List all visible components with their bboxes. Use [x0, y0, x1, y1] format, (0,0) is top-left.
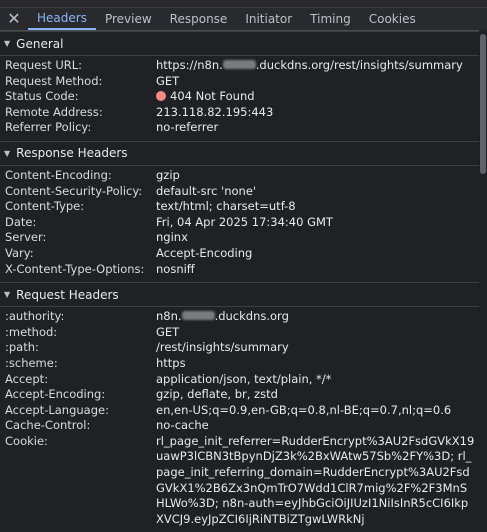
tab-timing[interactable]: Timing: [301, 8, 360, 30]
header-row: Accept-Encoding: gzip, deflate, br, zstd: [0, 387, 487, 403]
header-row: :method: GET: [0, 325, 487, 341]
header-key: Content-Security-Policy:: [5, 183, 143, 198]
header-key: :path:: [5, 340, 39, 355]
section-response-title: Response Headers: [16, 146, 128, 161]
header-key: :scheme:: [5, 355, 58, 370]
header-key: Referrer Policy:: [5, 120, 92, 135]
header-value: /rest/insights/summary: [156, 340, 289, 355]
header-key: Remote Address:: [5, 104, 103, 119]
header-key: Request URL:: [5, 58, 83, 72]
header-key: Request Method:: [5, 73, 103, 88]
header-row: :path: /rest/insights/summary: [0, 340, 487, 356]
header-row: :scheme: https: [0, 356, 487, 372]
header-key: :method:: [5, 324, 58, 339]
authority-value: n8n. .duckdns.org: [156, 309, 487, 325]
tab-headers[interactable]: Headers: [28, 8, 96, 30]
collapse-triangle-icon: ▼: [4, 148, 11, 158]
header-value: application/json, text/plain, */*: [156, 371, 332, 386]
header-key: X-Content-Type-Options:: [5, 261, 145, 276]
header-key: Cookie:: [5, 433, 48, 448]
header-value: no-cache: [156, 418, 209, 433]
header-row: Status Code: 404 Not Found: [0, 89, 487, 105]
scrollbar-thumb[interactable]: [480, 34, 486, 174]
header-key: Content-Encoding:: [5, 167, 112, 182]
header-value: nginx: [156, 230, 188, 245]
header-value: en,en-US;q=0.9,en-GB;q=0.8,nl-BE;q=0.7,n…: [156, 402, 452, 417]
header-key: :authority:: [5, 309, 65, 324]
header-value: Fri, 04 Apr 2025 17:34:40 GMT: [156, 214, 333, 229]
header-key: Vary:: [5, 245, 34, 260]
redacted-blur: [222, 60, 256, 69]
url-prefix: https://n8n.: [156, 58, 223, 72]
header-key: Date:: [5, 214, 37, 229]
tab-cookies[interactable]: Cookies: [360, 8, 425, 30]
header-row: Request Method: GET: [0, 74, 487, 90]
header-value: GET: [156, 324, 180, 339]
header-value: nosniff: [156, 261, 195, 276]
header-row: Cache-Control: no-cache: [0, 418, 487, 434]
section-general-title: General: [16, 36, 64, 51]
header-row: Vary: Accept-Encoding: [0, 246, 487, 262]
collapse-triangle-icon: ▼: [4, 290, 11, 300]
redacted-blur: [181, 311, 215, 321]
header-row: X-Content-Type-Options: nosniff: [0, 262, 487, 278]
authority-prefix: n8n.: [156, 309, 182, 324]
header-value: no-referrer: [156, 120, 219, 135]
header-key: Content-Type:: [5, 199, 85, 214]
section-request-headers: :authority: n8n. .duckdns.org :method: GET…: [0, 307, 487, 532]
header-row: Content-Type: text/html; charset=utf-8: [0, 199, 487, 215]
header-row: Referrer Policy: no-referrer: [0, 120, 487, 136]
section-request-headers-header[interactable]: ▼ Request Headers: [0, 282, 487, 308]
collapse-triangle-icon: ▼: [4, 39, 11, 48]
section-general: Request URL: https://n8n. .duckdns.org/re…: [0, 56, 487, 141]
tab-response[interactable]: Response: [161, 8, 237, 30]
header-key: Accept:: [5, 371, 49, 386]
header-row: Date: Fri, 04 Apr 2025 17:34:40 GMT: [0, 215, 487, 231]
header-key: Status Code:: [5, 89, 79, 104]
section-general-header[interactable]: ▼ General: [0, 31, 487, 56]
close-icon[interactable]: ✕: [0, 8, 28, 30]
header-row: Server: nginx: [0, 230, 487, 246]
authority-suffix: .duckdns.org: [214, 309, 289, 324]
section-response-headers: Content-Encoding: gzip Content-Security-P…: [0, 166, 487, 282]
url-suffix: .duckdns.org/rest/insights/summary: [255, 58, 463, 72]
header-value: gzip, deflate, br, zstd: [156, 387, 278, 402]
header-key: Cache-Control:: [5, 418, 91, 433]
header-row: Accept: application/json, text/plain, */*: [0, 372, 487, 388]
header-value: 213.118.82.195:443: [156, 104, 274, 119]
header-row: Cookie: rl_page_init_referrer=RudderEncry…: [0, 434, 487, 528]
header-key: Accept-Encoding:: [5, 387, 106, 402]
header-row: Accept-Language: en,en-US;q=0.9,en-GB;q=0…: [0, 403, 487, 419]
tab-preview[interactable]: Preview: [96, 8, 161, 30]
cookie-value: rl_page_init_referrer=RudderEncrypt%3AU2…: [156, 433, 475, 526]
status-error-icon: [156, 91, 166, 102]
section-response-headers-header[interactable]: ▼ Response Headers: [0, 140, 487, 166]
status-code-value: 404 Not Found: [156, 89, 487, 105]
devtools-tab-bar: ✕ Headers Preview Response Initiator Tim…: [0, 8, 487, 31]
header-value: GET: [156, 73, 180, 88]
header-value: Accept-Encoding: [156, 245, 253, 260]
tab-initiator[interactable]: Initiator: [236, 8, 301, 30]
header-row: Request URL: https://n8n. .duckdns.org/re…: [0, 58, 487, 74]
top-strip: [0, 0, 487, 8]
header-row: :authority: n8n. .duckdns.org: [0, 309, 487, 325]
header-value: text/html; charset=utf-8: [156, 199, 296, 214]
header-row: Content-Security-Policy: default-src 'non…: [0, 184, 487, 200]
header-row: Content-Encoding: gzip: [0, 168, 487, 184]
header-key: Accept-Language:: [5, 402, 109, 417]
header-key: Server:: [5, 230, 47, 245]
request-url-value[interactable]: https://n8n. .duckdns.org/rest/insights/s…: [156, 58, 487, 74]
status-text: 404 Not Found: [170, 89, 255, 104]
header-value: default-src 'none': [156, 183, 257, 198]
header-row: Remote Address: 213.118.82.195:443: [0, 105, 487, 121]
header-value: gzip: [156, 167, 180, 182]
section-request-title: Request Headers: [16, 287, 119, 302]
header-value: https: [156, 355, 186, 370]
